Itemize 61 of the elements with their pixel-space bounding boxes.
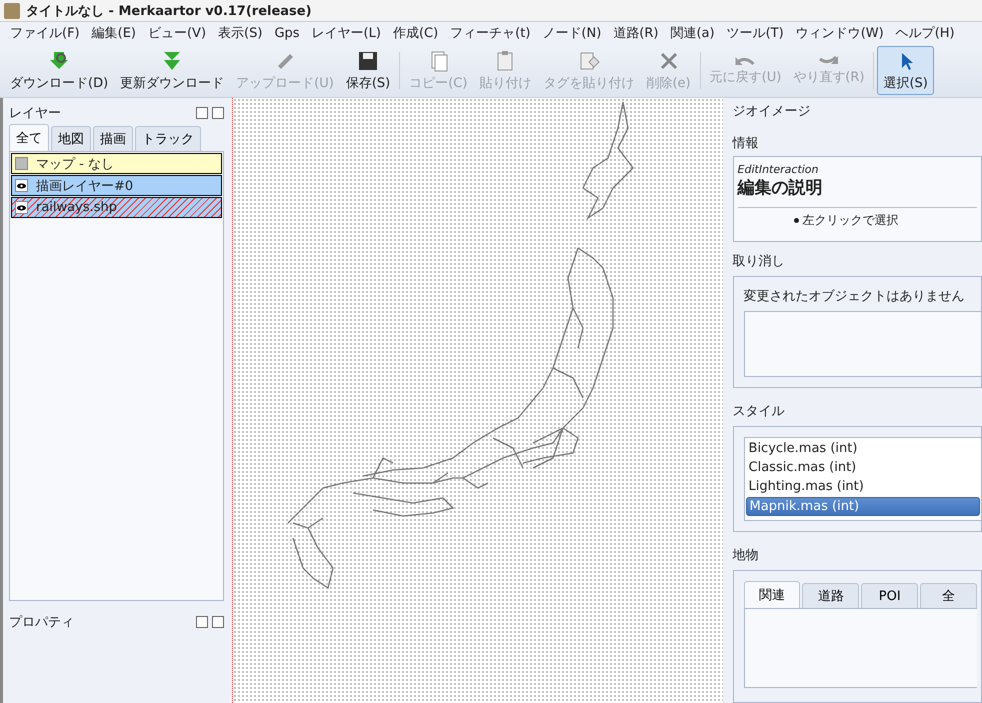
eye-icon[interactable] xyxy=(15,179,28,192)
menu-item[interactable]: ウィンドウ(W) xyxy=(790,24,890,42)
info-bullet: 左クリックで選択 xyxy=(802,212,899,229)
float-button[interactable] xyxy=(196,616,208,628)
panel-title: ジオイメージ xyxy=(732,103,812,121)
save-icon xyxy=(357,50,380,72)
tab[interactable]: 全 xyxy=(920,583,978,608)
window-title: タイトルなし - Merkaartor v0.17(release) xyxy=(26,2,312,20)
menu-item[interactable]: ビュー(V) xyxy=(142,24,212,42)
bullet-icon xyxy=(794,218,799,223)
panel-title: 情報 xyxy=(732,135,760,153)
menu-item[interactable]: 関連(a) xyxy=(664,24,721,42)
paste-tag-icon xyxy=(578,50,600,72)
toolbar-button[interactable]: ダウンロード(D) xyxy=(4,46,114,95)
panel-title: 地物 xyxy=(732,547,760,565)
tab[interactable]: 地図 xyxy=(51,126,91,151)
menu-item[interactable]: Gps xyxy=(268,26,306,40)
panel-title: レイヤー xyxy=(9,105,61,122)
panel-title: 取り消し xyxy=(732,253,786,271)
map-canvas[interactable] xyxy=(232,98,723,703)
info-heading: 編集の説明 xyxy=(738,176,977,208)
toolbar-button[interactable]: 更新ダウンロード xyxy=(114,46,230,95)
menu-item[interactable]: 道路(R) xyxy=(607,24,664,42)
app-icon xyxy=(4,2,20,18)
visibility-checkbox[interactable] xyxy=(15,157,28,170)
close-button[interactable] xyxy=(212,616,224,628)
layer-row[interactable]: マップ - なし xyxy=(11,153,222,174)
close-button[interactable] xyxy=(212,107,224,119)
menu-item[interactable]: 表示(S) xyxy=(212,24,268,42)
tab[interactable]: 道路 xyxy=(802,583,860,608)
menu-item[interactable]: 編集(E) xyxy=(86,24,142,42)
style-item[interactable]: Classic.mas (int) xyxy=(746,459,980,478)
panel-title: スタイル xyxy=(732,403,786,421)
menu-item[interactable]: フィーチャ(t) xyxy=(444,24,536,42)
menu-item[interactable]: レイヤー(L) xyxy=(306,24,387,42)
style-item[interactable]: Bicycle.mas (int) xyxy=(746,440,980,459)
layer-name: マップ - なし xyxy=(36,156,114,172)
layer-row[interactable]: 描画レイヤー#0 xyxy=(11,175,222,196)
menu-item[interactable]: 作成(C) xyxy=(386,24,444,42)
layer-name: 描画レイヤー#0 xyxy=(36,178,134,194)
toolbar-button[interactable]: 選択(S) xyxy=(877,46,934,95)
style-item[interactable]: Mapnik.mas (int) xyxy=(746,497,980,516)
tab[interactable]: 関連 xyxy=(744,581,800,608)
eye-icon[interactable] xyxy=(15,201,28,214)
tab[interactable]: 描画 xyxy=(93,126,133,151)
menu-item[interactable]: ファイル(F) xyxy=(4,24,86,42)
tab[interactable]: トラック xyxy=(135,126,201,151)
tab[interactable]: POI xyxy=(861,583,918,608)
undo-message: 変更されたオブジェクトはありません xyxy=(744,288,966,305)
redo-icon xyxy=(818,56,839,66)
menu-item[interactable]: ツール(T) xyxy=(720,24,790,42)
info-subtitle: EditInteraction xyxy=(738,163,820,176)
style-item[interactable]: Lighting.mas (int) xyxy=(746,478,980,497)
menu-item[interactable]: ヘルプ(H) xyxy=(890,24,961,42)
menu-item[interactable]: ノード(N) xyxy=(536,24,608,42)
float-button[interactable] xyxy=(196,107,208,119)
toolbar-button[interactable]: 保存(S) xyxy=(340,46,396,95)
undo-icon xyxy=(735,56,756,66)
tab[interactable]: 全て xyxy=(9,124,49,151)
download-icon xyxy=(48,50,70,72)
panel-title: プロパティ xyxy=(9,614,74,631)
